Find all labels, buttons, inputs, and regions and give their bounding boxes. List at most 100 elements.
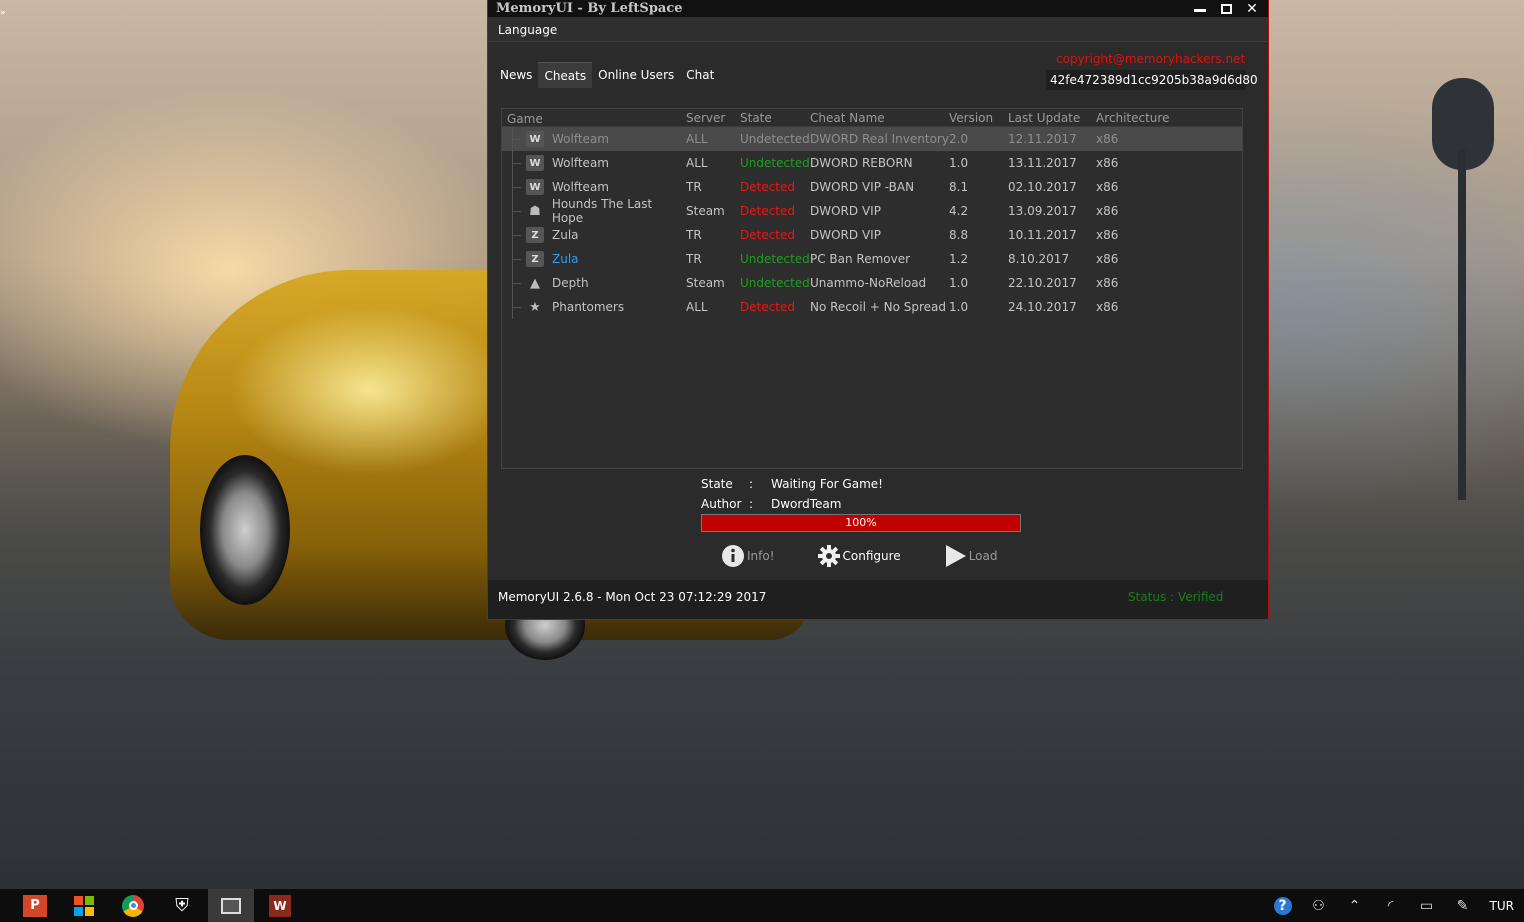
row-version: 1.2 xyxy=(949,252,969,266)
wallpaper-sign-pole xyxy=(1458,150,1466,500)
load-progress-bar: 100% xyxy=(701,514,1021,532)
load-button[interactable]: Load xyxy=(943,544,998,568)
row-game: Depth xyxy=(552,276,589,290)
state-label: State xyxy=(701,477,733,491)
col-game[interactable]: Game xyxy=(502,111,686,126)
row-state: Detected xyxy=(740,300,796,314)
row-cheat-name: DWORD VIP xyxy=(810,204,881,218)
taskbar-defender[interactable]: ⛨ xyxy=(159,889,205,922)
pen-icon[interactable]: ✎ xyxy=(1454,897,1472,915)
hwid-field[interactable]: 42fe472389d1cc9205b38a9d6d80 xyxy=(1046,70,1258,90)
row-state: Detected xyxy=(740,180,796,194)
window-title: MemoryUI - By LeftSpace xyxy=(496,1,683,16)
window-icon xyxy=(221,897,241,914)
table-row[interactable]: Z Zula TR Undetected PC Ban Remover 1.2 8… xyxy=(502,247,1242,271)
maximize-button[interactable] xyxy=(1218,2,1234,16)
version-timestamp: MemoryUI 2.6.8 - Mon Oct 23 07:12:29 201… xyxy=(498,590,767,604)
taskbar-chrome[interactable] xyxy=(110,889,156,922)
row-version: 8.1 xyxy=(949,180,969,194)
row-game: Zula xyxy=(552,252,579,266)
col-version[interactable]: Version xyxy=(949,111,1008,126)
menu-language[interactable]: Language xyxy=(498,23,557,37)
table-row[interactable]: ★ Phantomers ALL Detected No Recoil + No … xyxy=(502,295,1242,319)
col-state[interactable]: State xyxy=(740,111,810,126)
state-value: Waiting For Game! xyxy=(771,477,883,491)
table-row[interactable]: Z Zula TR Detected DWORD VIP 8.8 10.11.20… xyxy=(502,223,1242,247)
info-button[interactable]: Info! xyxy=(721,544,775,568)
row-architecture: x86 xyxy=(1096,132,1119,146)
row-version: 8.8 xyxy=(949,228,969,242)
title-bar[interactable]: MemoryUI - By LeftSpace ✕ xyxy=(488,0,1268,17)
row-state: Undetected xyxy=(740,132,810,146)
play-icon xyxy=(943,544,967,568)
row-server: ALL xyxy=(686,300,708,314)
table-row[interactable]: ☗ Hounds The Last Hope Steam Detected DWO… xyxy=(502,197,1242,225)
tab-chat[interactable]: Chat xyxy=(680,62,721,88)
table-row[interactable]: W Wolfteam TR Detected DWORD VIP -BAN 8.1… xyxy=(502,175,1242,199)
tab-news[interactable]: News xyxy=(494,62,539,88)
col-cheat-name[interactable]: Cheat Name xyxy=(810,111,949,126)
wolfteam-icon: W xyxy=(526,179,544,195)
state-colon: : xyxy=(749,477,754,491)
chrome-icon xyxy=(122,894,144,917)
table-header: Game Server State Cheat Name Version Las… xyxy=(502,109,1242,127)
table-row[interactable]: W Wolfteam ALL Undetected DWORD REBORN 1.… xyxy=(502,151,1242,175)
row-architecture: x86 xyxy=(1096,204,1119,218)
status-info: State : Waiting For Game! Author : Dword… xyxy=(701,474,883,514)
configure-button[interactable]: Configure xyxy=(817,544,901,568)
zula-icon: Z xyxy=(526,251,544,267)
row-server: TR xyxy=(686,252,702,266)
row-cheat-name: DWORD REBORN xyxy=(810,156,913,170)
row-cheat-name: DWORD VIP -BAN xyxy=(810,180,915,194)
row-architecture: x86 xyxy=(1096,252,1119,266)
row-state: Undetected xyxy=(740,156,810,170)
row-last-update: 10.11.2017 xyxy=(1008,228,1077,242)
hounds-icon: ☗ xyxy=(529,203,541,219)
taskbar-store[interactable] xyxy=(61,889,107,922)
close-button[interactable]: ✕ xyxy=(1244,0,1260,17)
row-version: 4.2 xyxy=(949,204,969,218)
help-icon[interactable]: ? xyxy=(1273,896,1292,915)
battery-icon[interactable]: ▭ xyxy=(1418,897,1436,915)
tab-cheats[interactable]: Cheats xyxy=(538,62,593,88)
row-version: 2.0 xyxy=(949,132,969,146)
row-last-update: 13.11.2017 xyxy=(1008,156,1077,170)
row-last-update: 02.10.2017 xyxy=(1008,180,1077,194)
row-last-update: 22.10.2017 xyxy=(1008,276,1077,290)
author-value: DwordTeam xyxy=(771,497,842,511)
table-row[interactable]: ▲ Depth Steam Undetected Unammo-NoReload … xyxy=(502,271,1242,295)
row-game: Wolfteam xyxy=(552,156,609,170)
minimize-button[interactable] xyxy=(1192,2,1208,16)
col-server[interactable]: Server xyxy=(686,111,740,126)
wifi-icon[interactable]: ◜ xyxy=(1382,897,1400,915)
col-architecture[interactable]: Architecture xyxy=(1096,111,1176,126)
row-version: 1.0 xyxy=(949,156,969,170)
table-row[interactable]: W Wolfteam ALL Undetected DWORD Real Inve… xyxy=(502,127,1242,151)
taskbar-memoryui[interactable]: W xyxy=(257,889,303,922)
tab-online-users[interactable]: Online Users xyxy=(592,62,681,88)
powerpoint-icon: P xyxy=(23,894,47,917)
wolfteam-icon: W xyxy=(526,155,544,171)
row-server: ALL xyxy=(686,156,708,170)
row-state: Detected xyxy=(740,204,796,218)
tree-line xyxy=(512,175,522,199)
row-server: TR xyxy=(686,180,702,194)
row-game: Wolfteam xyxy=(552,132,609,146)
chevron-up-icon[interactable]: ⌃ xyxy=(1346,897,1364,915)
tab-bar: News Cheats Online Users Chat xyxy=(494,62,721,88)
status-bar: MemoryUI 2.6.8 - Mon Oct 23 07:12:29 201… xyxy=(488,580,1268,619)
tree-line xyxy=(512,151,522,175)
row-cheat-name: DWORD VIP xyxy=(810,228,881,242)
row-state: Undetected xyxy=(740,276,810,290)
language-indicator[interactable]: TUR xyxy=(1490,899,1514,913)
close-icon: ✕ xyxy=(1246,0,1258,17)
row-game: Wolfteam xyxy=(552,180,609,194)
people-icon[interactable]: ⚇ xyxy=(1310,897,1328,915)
taskbar-window[interactable] xyxy=(208,889,254,922)
tree-line xyxy=(512,295,522,319)
taskbar-powerpoint[interactable]: P xyxy=(12,889,58,922)
col-last-update[interactable]: Last Update xyxy=(1008,111,1096,126)
copyright-link[interactable]: copyright@memoryhackers.net xyxy=(1056,52,1245,66)
configure-label: Configure xyxy=(842,549,901,563)
row-server: Steam xyxy=(686,276,725,290)
